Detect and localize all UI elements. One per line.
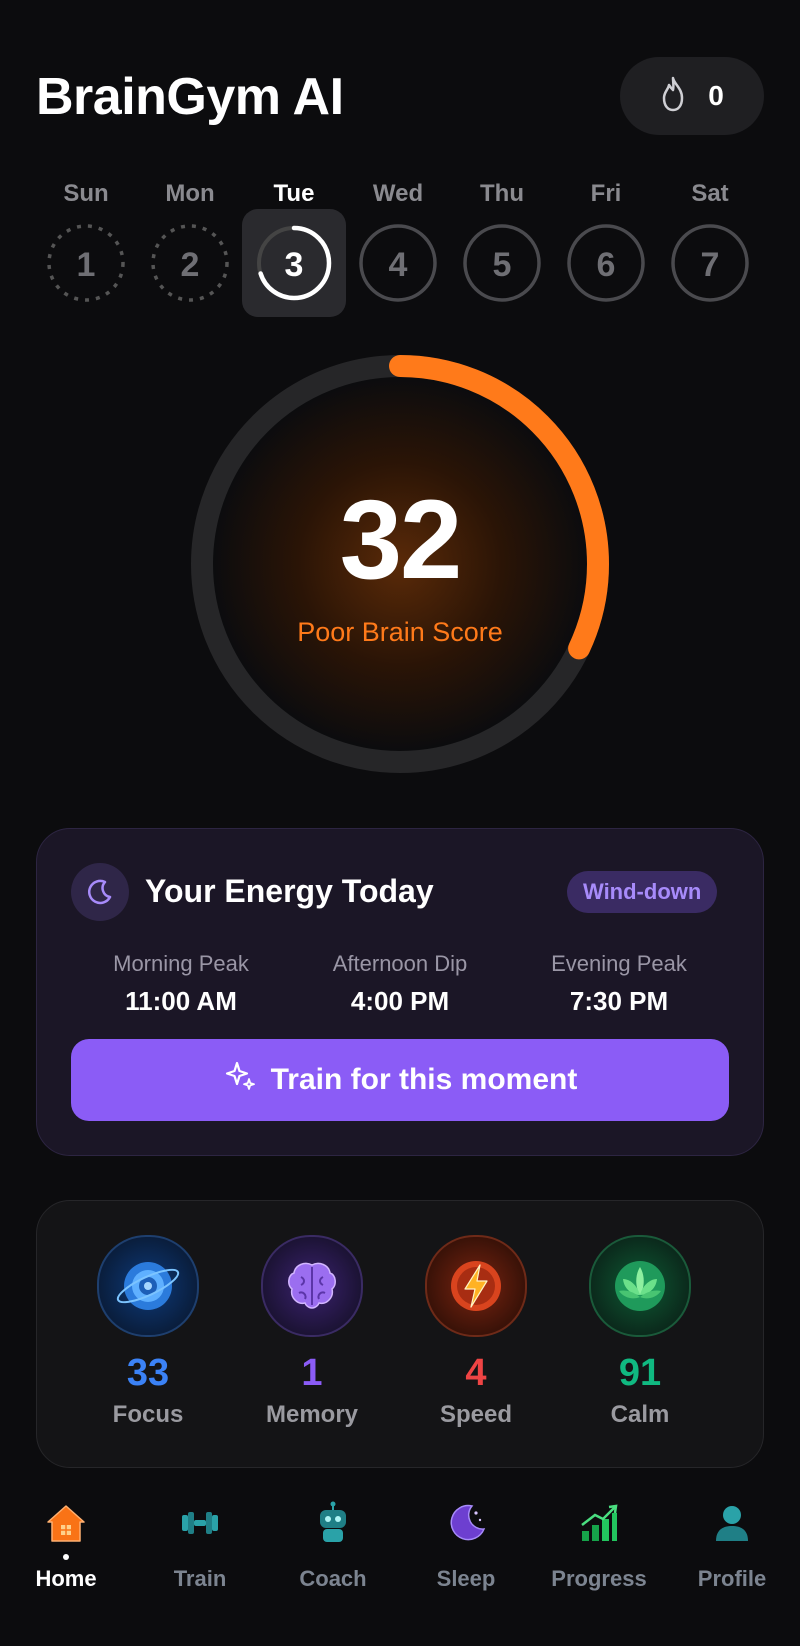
afternoon-dip: Afternoon Dip 4:00 PM bbox=[290, 949, 510, 1019]
energy-phase-badge: Wind-down bbox=[567, 871, 718, 913]
nav-train[interactable]: Train bbox=[134, 1500, 266, 1592]
streak-count: 0 bbox=[708, 80, 724, 111]
peak-time: 11:00 AM bbox=[125, 986, 237, 1016]
stat-value: 4 bbox=[465, 1352, 487, 1394]
day-circle-fri[interactable]: 6 bbox=[554, 209, 658, 317]
moon-icon bbox=[400, 1500, 532, 1546]
morning-peak: Morning Peak 11:00 AM bbox=[71, 949, 291, 1019]
day-circle-sat[interactable]: 7 bbox=[658, 209, 762, 317]
flame-icon bbox=[660, 76, 686, 117]
sparkle-icon bbox=[223, 1059, 257, 1101]
stat-label: Memory bbox=[265, 1401, 359, 1428]
nav-sleep[interactable]: Sleep bbox=[400, 1500, 532, 1592]
target-icon bbox=[97, 1235, 199, 1337]
dumbbell-icon bbox=[134, 1500, 266, 1546]
stat-value: 91 bbox=[618, 1352, 662, 1394]
user-icon bbox=[666, 1500, 798, 1546]
nav-profile[interactable]: Profile bbox=[666, 1500, 798, 1592]
brain-icon bbox=[261, 1235, 363, 1337]
nav-label: Home bbox=[35, 1566, 97, 1591]
day-circle-sun[interactable]: 1 bbox=[34, 209, 138, 317]
day-number: 4 bbox=[389, 246, 408, 284]
day-number: 2 bbox=[181, 246, 200, 284]
nav-label: Profile bbox=[697, 1566, 767, 1591]
robot-icon bbox=[267, 1500, 399, 1546]
nav-coach[interactable]: Coach bbox=[267, 1500, 399, 1592]
day-number: 1 bbox=[77, 246, 96, 284]
energy-title: Your Energy Today bbox=[145, 873, 434, 909]
streak-button[interactable]: 0 bbox=[620, 57, 764, 135]
train-for-moment-button[interactable]: Train for this moment bbox=[71, 1039, 729, 1121]
day-number: 7 bbox=[701, 246, 720, 284]
stat-value: 1 bbox=[301, 1352, 323, 1394]
peak-time: 7:30 PM bbox=[569, 986, 669, 1016]
stat-value: 33 bbox=[126, 1352, 170, 1394]
app-title: BrainGym AI bbox=[36, 68, 344, 126]
home-icon bbox=[0, 1500, 132, 1546]
peak-time: 4:00 PM bbox=[350, 986, 450, 1016]
peak-label: Evening Peak bbox=[551, 951, 687, 976]
nav-label: Train bbox=[173, 1566, 227, 1591]
brain-score-label: Poor Brain Score bbox=[297, 617, 503, 647]
day-name: Sun bbox=[63, 180, 109, 207]
nav-label: Coach bbox=[299, 1566, 367, 1591]
peak-label: Morning Peak bbox=[113, 951, 249, 976]
evening-peak: Evening Peak 7:30 PM bbox=[509, 949, 729, 1019]
day-sun[interactable]: Sun bbox=[34, 178, 138, 210]
lightning-icon bbox=[425, 1235, 527, 1337]
day-circle-mon[interactable]: 2 bbox=[138, 209, 242, 317]
day-circle-wed[interactable]: 4 bbox=[346, 209, 450, 317]
stat-speed[interactable]: 4 Speed bbox=[401, 1235, 551, 1431]
train-button-label: Train for this moment bbox=[270, 1063, 578, 1096]
peak-label: Afternoon Dip bbox=[332, 951, 468, 976]
nav-label: Sleep bbox=[436, 1566, 496, 1591]
day-name: Wed bbox=[372, 180, 424, 207]
nav-label: Progress bbox=[551, 1566, 647, 1591]
stat-label: Calm bbox=[610, 1401, 670, 1428]
active-indicator bbox=[63, 1554, 69, 1560]
stat-label: Focus bbox=[112, 1401, 184, 1428]
day-number: 3 bbox=[285, 246, 304, 284]
stat-focus[interactable]: 33 Focus bbox=[73, 1235, 223, 1431]
day-name: Sat bbox=[691, 180, 729, 207]
day-circle-thu[interactable]: 5 bbox=[450, 209, 554, 317]
day-circle-tue[interactable]: 3 bbox=[242, 209, 346, 317]
day-thu[interactable]: Thu bbox=[450, 178, 554, 210]
stat-memory[interactable]: 1 Memory bbox=[237, 1235, 387, 1431]
day-mon[interactable]: Mon bbox=[138, 178, 242, 210]
day-name: Tue bbox=[273, 180, 315, 207]
day-fri[interactable]: Fri bbox=[554, 178, 658, 210]
chart-icon bbox=[533, 1500, 665, 1546]
nav-progress[interactable]: Progress bbox=[533, 1500, 665, 1592]
stat-calm[interactable]: 91 Calm bbox=[565, 1235, 715, 1431]
day-sat[interactable]: Sat bbox=[658, 178, 762, 210]
nav-home[interactable]: Home bbox=[0, 1500, 132, 1592]
lotus-icon bbox=[589, 1235, 691, 1337]
stat-label: Speed bbox=[439, 1401, 513, 1428]
day-name: Mon bbox=[165, 180, 215, 207]
day-tue[interactable]: Tue bbox=[242, 178, 346, 210]
day-name: Thu bbox=[480, 180, 524, 207]
day-number: 5 bbox=[493, 246, 512, 284]
day-name: Fri bbox=[590, 180, 622, 207]
brain-stats-card: 33 Focus 1 Memory 4 Speed 91 Calm bbox=[36, 1200, 764, 1468]
moon-icon bbox=[71, 863, 129, 921]
brain-score-value: 32 bbox=[339, 477, 463, 602]
day-wed[interactable]: Wed bbox=[346, 178, 450, 210]
energy-card: Your Energy Today Wind-down Morning Peak… bbox=[36, 828, 764, 1156]
day-number: 6 bbox=[597, 246, 616, 284]
